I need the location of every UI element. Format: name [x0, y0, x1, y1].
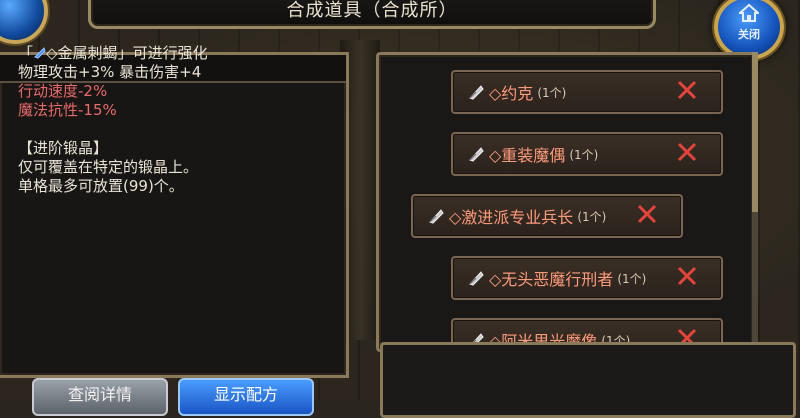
remove-material-icon[interactable]: [675, 140, 699, 164]
section-title: 【进阶锻晶】: [18, 139, 109, 157]
material-item[interactable]: ◇激进派专业兵长 (1个): [411, 194, 683, 238]
material-qty: (1个): [537, 85, 567, 100]
material-qty: (1个): [569, 147, 599, 162]
description-line-1: 仅可覆盖在特定的锻晶上。: [18, 158, 199, 176]
material-item[interactable]: ◇约克 (1个): [451, 70, 723, 114]
item-title-line: 「 ◇金属刺蝎」可进行强化: [18, 44, 208, 63]
item-info-text: 「 ◇金属刺蝎」可进行强化 物理攻击+3% 暴击伤害+4 行动速度-2% 魔法抗性…: [18, 44, 208, 196]
feather-gem-icon: [469, 147, 484, 162]
feather-gem-icon: [429, 209, 444, 224]
show-recipe-button[interactable]: 显示配方: [178, 378, 314, 416]
stat-line-1: 物理攻击+3% 暴击伤害+4: [18, 63, 202, 81]
stat-line-2: 行动速度-2%: [18, 82, 108, 100]
material-qty: (1个): [617, 271, 647, 286]
remove-material-icon[interactable]: [635, 202, 659, 226]
material-qty: (1个): [577, 209, 607, 224]
remove-material-icon[interactable]: [675, 78, 699, 102]
remove-material-icon[interactable]: [675, 264, 699, 288]
item-bracket-open: 「: [18, 44, 34, 62]
material-name: ◇重装魔偶: [489, 146, 566, 165]
gem-icon: [34, 47, 46, 59]
result-panel: [380, 342, 796, 418]
view-details-button[interactable]: 查阅详情: [32, 378, 168, 416]
material-name: ◇激进派专业兵长: [449, 208, 574, 227]
feather-gem-icon: [469, 85, 484, 100]
item-enhance-text: 」可进行强化: [117, 44, 208, 62]
stat-line-3: 魔法抗性-15%: [18, 101, 117, 119]
material-name: ◇约克: [489, 84, 534, 103]
material-item[interactable]: ◇无头恶魔行刑者 (1个): [451, 256, 723, 300]
home-icon: [739, 4, 759, 22]
materials-scrollbar-thumb[interactable]: [752, 52, 758, 212]
item-name: ◇金属刺蝎: [46, 44, 118, 62]
close-label: 关闭: [738, 28, 760, 41]
feather-gem-icon: [469, 271, 484, 286]
material-name: ◇无头恶魔行刑者: [489, 270, 614, 289]
window-title: 合成道具（合成所）: [286, 0, 458, 21]
description-line-2: 单格最多可放置(99)个。: [18, 177, 184, 195]
window-title-bar: 合成道具（合成所）: [88, 0, 656, 29]
material-item[interactable]: ◇重装魔偶 (1个): [451, 132, 723, 176]
